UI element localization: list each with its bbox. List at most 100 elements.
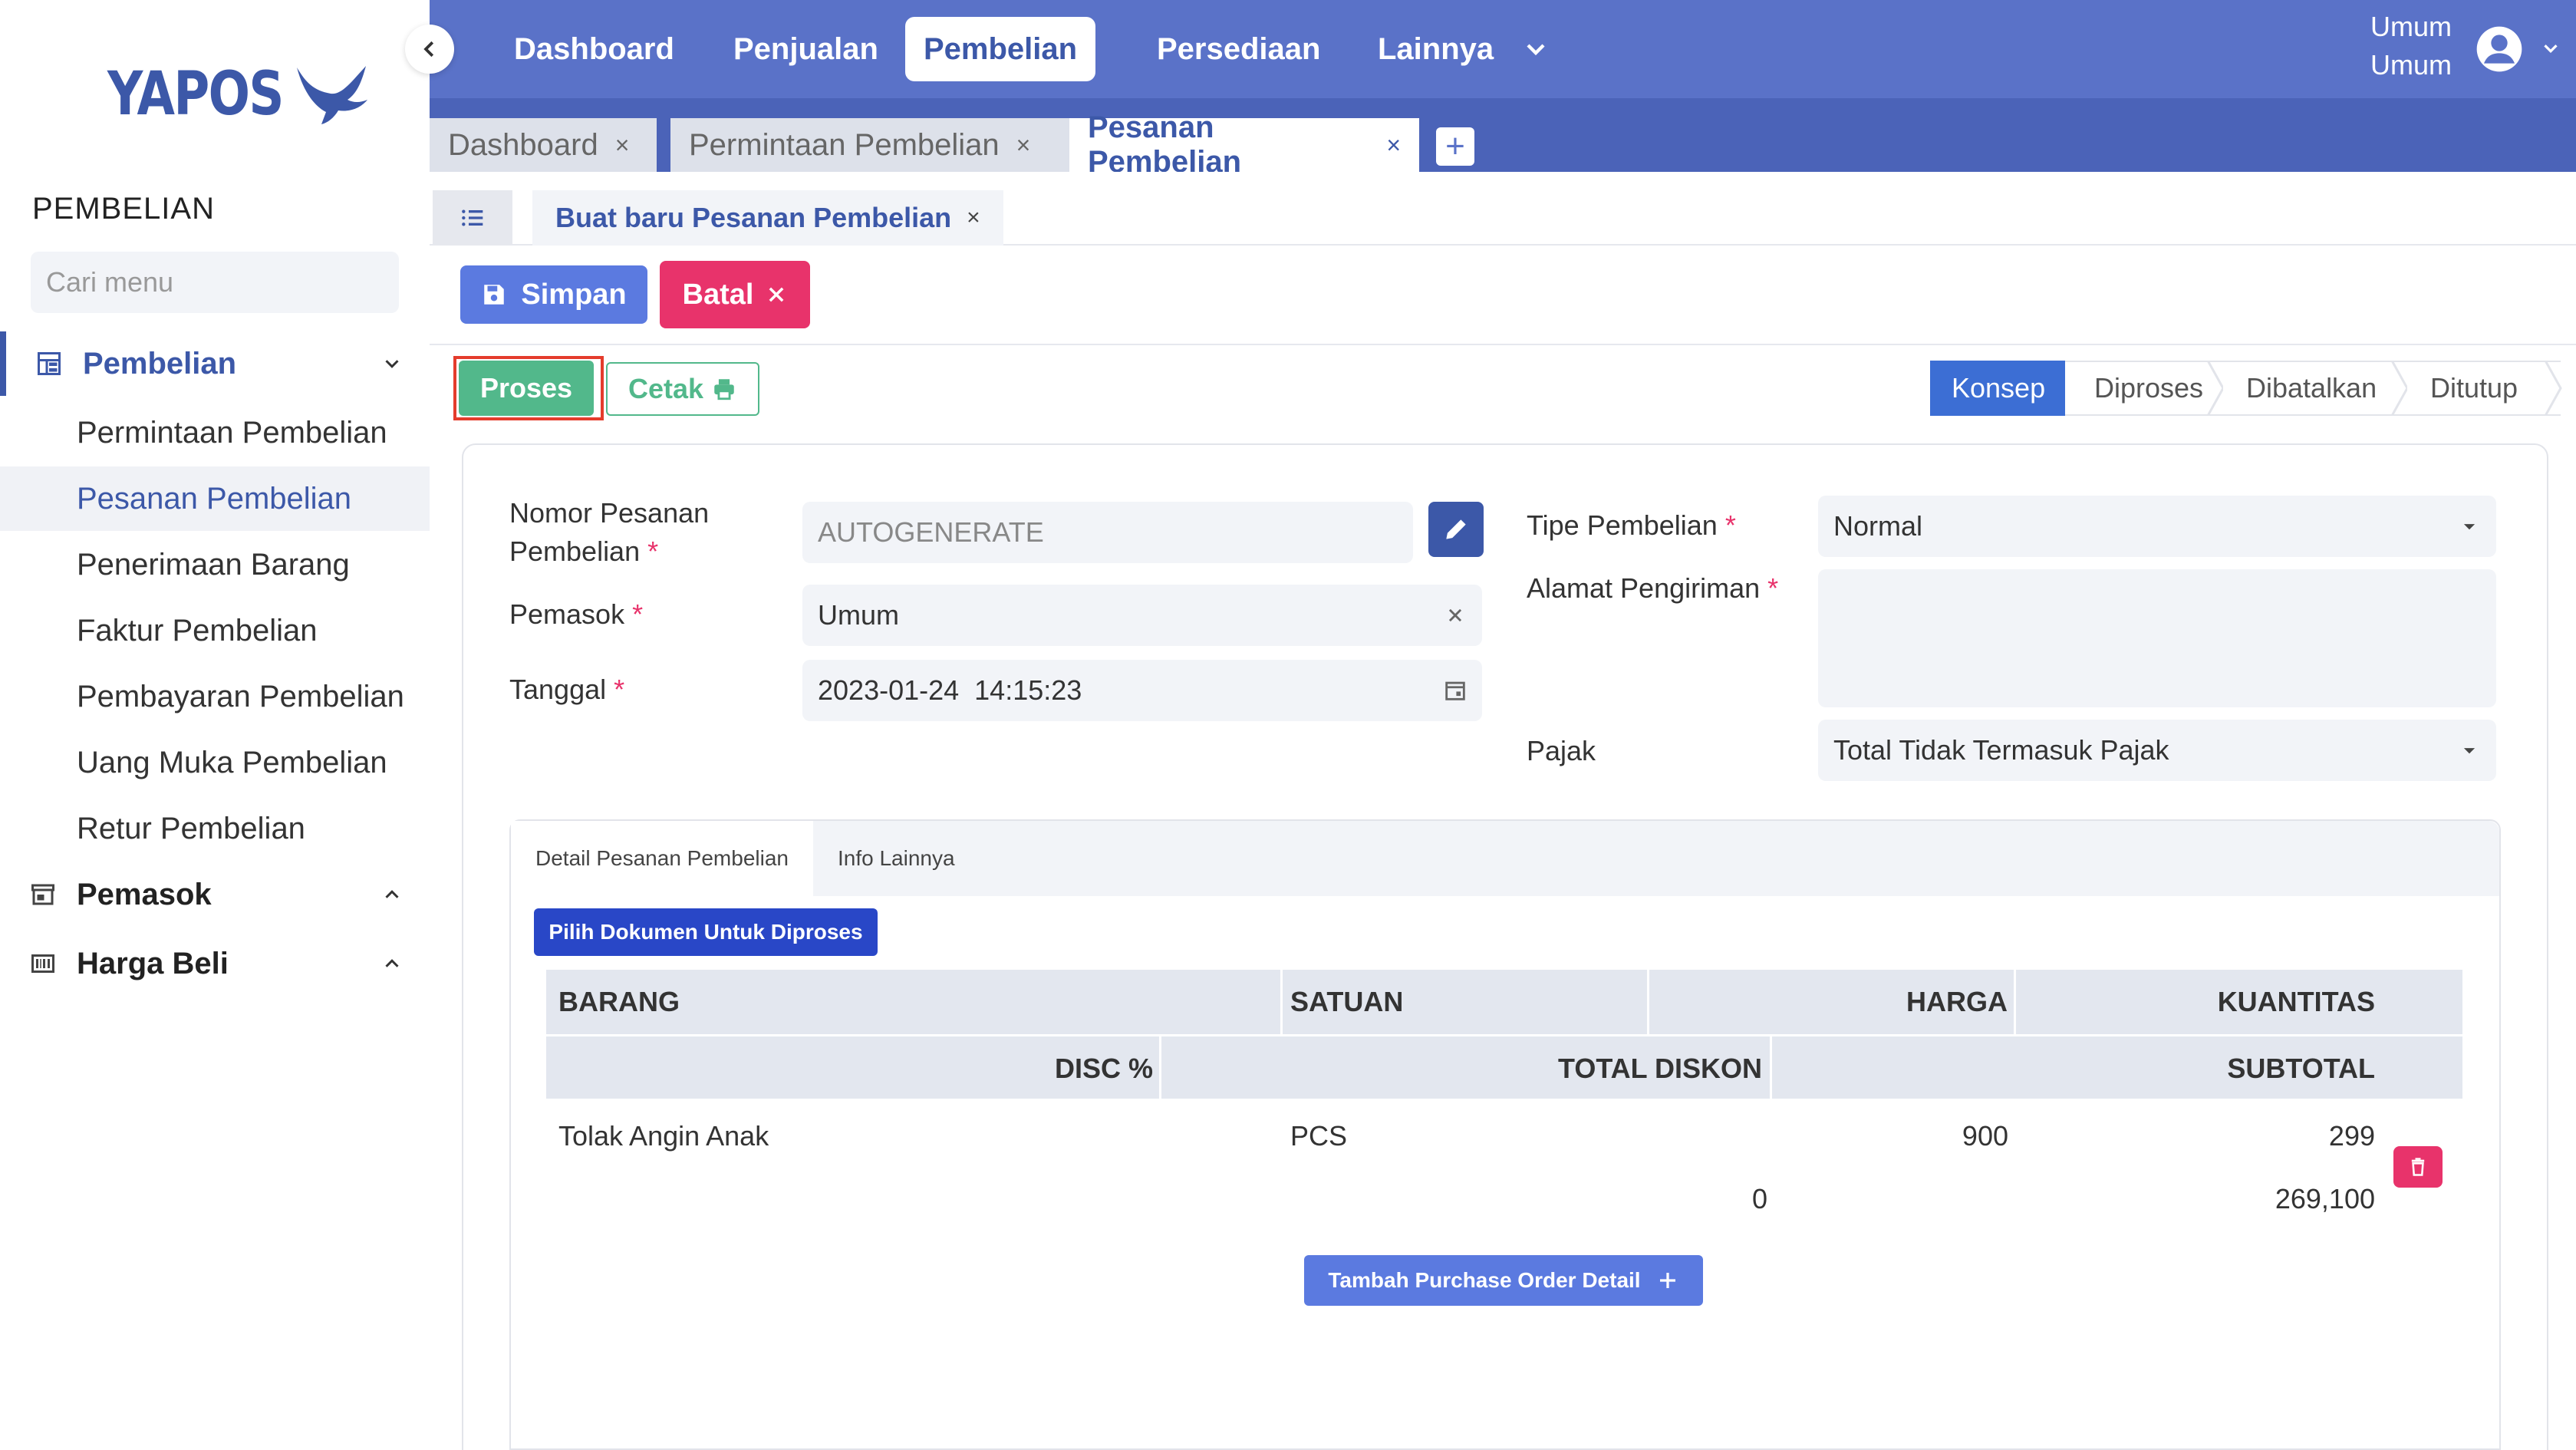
- nav-persediaan[interactable]: Persediaan: [1138, 17, 1339, 81]
- sidebar-item-retur-pembelian[interactable]: Retur Pembelian: [0, 796, 430, 861]
- close-icon[interactable]: ×: [967, 205, 980, 231]
- status-label: Diproses: [2094, 372, 2204, 404]
- tab-permintaan-pembelian[interactable]: Permintaan Pembelian ×: [670, 118, 1106, 172]
- close-icon[interactable]: ×: [1016, 131, 1031, 160]
- pajak-label: Pajak: [1527, 735, 1596, 766]
- tanggal-label: Tanggal *: [509, 671, 624, 709]
- user-avatar-icon[interactable]: [2475, 25, 2524, 74]
- pemasok-label: Pemasok *: [509, 595, 643, 634]
- col-disc: DISC %: [546, 1036, 1161, 1101]
- chevron-down-icon[interactable]: [1520, 34, 1551, 64]
- tipe-value: Normal: [1833, 510, 1923, 542]
- edit-number-button[interactable]: [1428, 502, 1484, 557]
- delete-row-button[interactable]: [2393, 1146, 2443, 1188]
- print-button-label: Cetak: [628, 373, 704, 404]
- pencil-icon: [1446, 519, 1466, 539]
- step-arrow: [2544, 361, 2562, 416]
- col-kuantitas: KUANTITAS: [2217, 986, 2375, 1017]
- nav-dashboard[interactable]: Dashboard: [496, 17, 693, 81]
- tab-label: Permintaan Pembelian: [689, 127, 1000, 162]
- sidebar-item-uang-muka-pembelian[interactable]: Uang Muka Pembelian: [0, 730, 430, 795]
- close-icon: [769, 287, 784, 302]
- sidebar-group-label: Pemasok: [77, 877, 212, 911]
- sidebar-group-harga-beli[interactable]: Harga Beli: [0, 931, 430, 996]
- pajak-value: Total Tidak Termasuk Pajak: [1833, 734, 2169, 766]
- nomor-label-line2: Pembelian: [509, 536, 641, 567]
- sidebar-section-title: PEMBELIAN: [32, 192, 215, 226]
- required-mark: *: [1724, 509, 1736, 541]
- sidebar-item-pesanan-pembelian[interactable]: Pesanan Pembelian: [0, 466, 430, 531]
- sidebar: YAPOS PEMBELIAN Pembelian Permintaan Pem…: [0, 0, 430, 1450]
- nav-penjualan[interactable]: Penjualan: [715, 17, 897, 81]
- dashboard-icon: [38, 352, 61, 375]
- cell-satuan: PCS: [1290, 1120, 1348, 1152]
- chevron-down-icon: [385, 360, 399, 368]
- subtab-new-purchase-order[interactable]: Buat baru Pesanan Pembelian ×: [532, 190, 1003, 246]
- print-button[interactable]: Cetak: [606, 362, 759, 416]
- sidebar-item-permintaan-pembelian[interactable]: Permintaan Pembelian: [0, 400, 430, 465]
- tab-detail-pesanan[interactable]: Detail Pesanan Pembelian: [511, 821, 813, 896]
- tanggal-input[interactable]: 2023-01-24 14:15:23: [802, 660, 1482, 721]
- nomor-input[interactable]: AUTOGENERATE: [802, 502, 1413, 563]
- status-step-ditutup: Ditutup: [2407, 361, 2562, 416]
- pemasok-select[interactable]: Umum: [802, 585, 1482, 646]
- tanggal-value: 2023-01-24 14:15:23: [818, 674, 1082, 706]
- required-mark: *: [647, 536, 659, 567]
- tab-label: Dashboard: [448, 127, 598, 162]
- detail-tabs: Detail Pesanan Pembelian Info Lainnya: [511, 821, 2499, 896]
- sidebar-group-pembelian[interactable]: Pembelian: [0, 331, 430, 396]
- chevron-up-icon: [385, 890, 399, 898]
- table-header-row-1: BARANG SATUAN HARGA KUANTITAS: [546, 970, 2462, 1034]
- add-detail-label: Tambah Purchase Order Detail: [1328, 1268, 1641, 1292]
- tab-pesanan-pembelian[interactable]: Pesanan Pembelian ×: [1069, 110, 1419, 179]
- bird-logo-icon: [297, 66, 368, 124]
- save-icon: [484, 285, 505, 305]
- sidebar-group-pemasok[interactable]: Pemasok: [0, 862, 430, 927]
- barcode-icon: [31, 954, 54, 973]
- list-icon: [462, 209, 483, 226]
- add-tab-button[interactable]: +: [1436, 127, 1474, 166]
- tanggal-label-text: Tanggal: [509, 674, 607, 705]
- alamat-textarea[interactable]: [1818, 569, 2496, 707]
- pajak-select[interactable]: Total Tidak Termasuk Pajak: [1818, 720, 2496, 781]
- highlight-box: [453, 356, 604, 420]
- tab-info-lainnya[interactable]: Info Lainnya: [813, 821, 980, 896]
- sidebar-item-pembayaran-pembelian[interactable]: Pembayaran Pembelian: [0, 664, 430, 729]
- col-subtotal: SUBTOTAL: [2227, 1053, 2375, 1084]
- close-icon[interactable]: ×: [1386, 131, 1401, 160]
- cell-total-diskon: 0: [1751, 1183, 1767, 1214]
- list-view-button[interactable]: [433, 190, 512, 246]
- cell-subtotal: 269,100: [2275, 1183, 2375, 1214]
- alamat-label: Alamat Pengiriman *: [1527, 569, 1778, 608]
- cancel-button[interactable]: Batal: [660, 261, 810, 328]
- sidebar-item-penerimaan-barang[interactable]: Penerimaan Barang: [0, 532, 430, 597]
- tab-dashboard[interactable]: Dashboard ×: [430, 118, 657, 172]
- tipe-select[interactable]: Normal: [1818, 496, 2496, 557]
- pick-document-button[interactable]: Pilih Dokumen Untuk Diproses: [534, 908, 878, 956]
- plus-icon: [1659, 1273, 1675, 1288]
- required-mark: *: [1767, 572, 1779, 604]
- calendar-icon[interactable]: [1442, 677, 1468, 704]
- menu-search[interactable]: [31, 252, 403, 313]
- menu-search-input[interactable]: [46, 266, 403, 298]
- step-arrow: [2390, 361, 2409, 416]
- chevron-left-icon: [423, 41, 434, 58]
- nav-lainnya[interactable]: Lainnya: [1359, 17, 1512, 81]
- caret-down-icon: [2463, 524, 2476, 530]
- required-mark: *: [614, 674, 625, 705]
- status-label: Ditutup: [2430, 372, 2518, 404]
- nav-pembelian[interactable]: Pembelian: [905, 17, 1096, 81]
- clear-icon[interactable]: [1442, 602, 1468, 628]
- page-tabs: Dashboard × Permintaan Pembelian × Pesan…: [430, 98, 2576, 179]
- cell-kuantitas: 299: [2328, 1120, 2375, 1152]
- col-harga: HARGA: [1649, 970, 2016, 1034]
- close-icon[interactable]: ×: [615, 131, 630, 160]
- sidebar-item-faktur-pembelian[interactable]: Faktur Pembelian: [0, 598, 430, 663]
- add-detail-button[interactable]: Tambah Purchase Order Detail: [1304, 1255, 1703, 1306]
- save-button[interactable]: Simpan: [460, 265, 647, 324]
- chevron-down-icon[interactable]: [2539, 37, 2562, 60]
- brand-logo[interactable]: YAPOS: [107, 60, 375, 129]
- nomor-label: Nomor Pesanan Pembelian *: [509, 494, 709, 571]
- sidebar-collapse-button[interactable]: [405, 25, 454, 74]
- pemasok-value: Umum: [818, 599, 899, 631]
